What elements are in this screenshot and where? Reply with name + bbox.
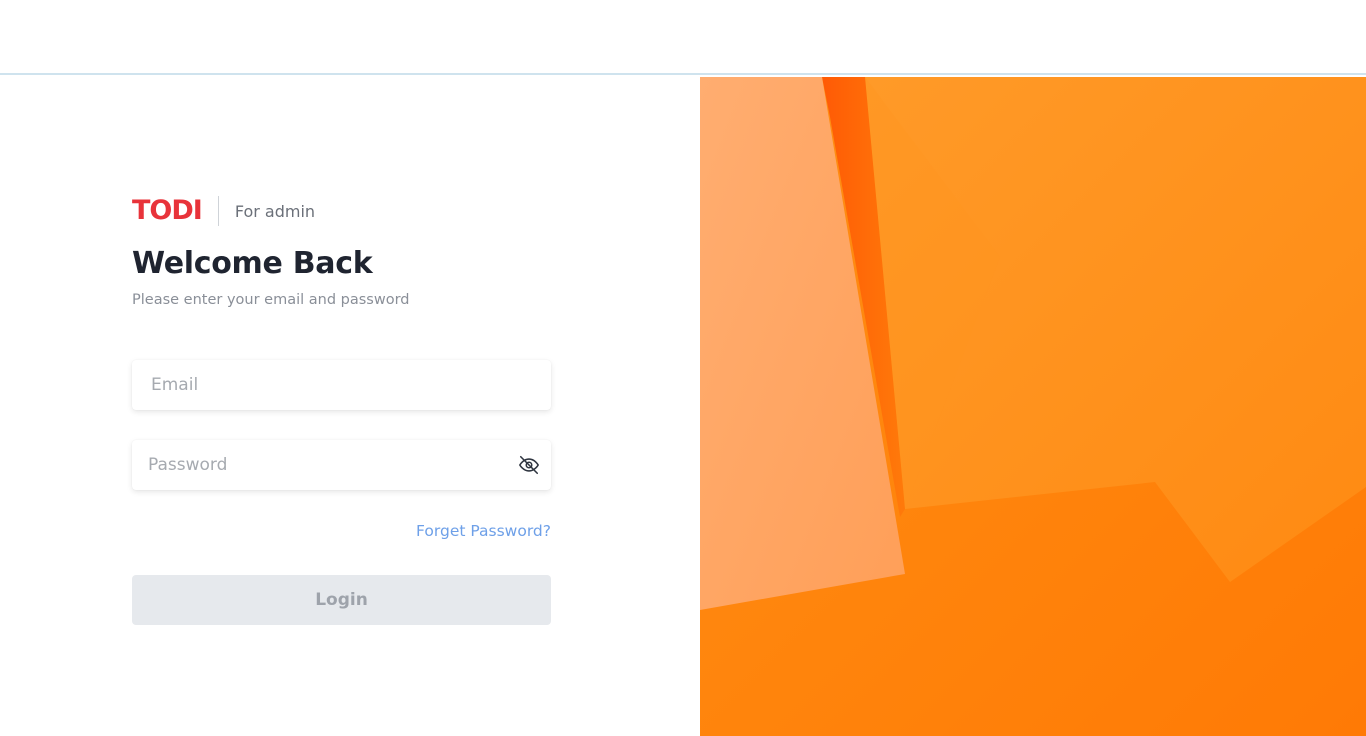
brand-row: TODI For admin <box>132 195 315 227</box>
email-field <box>132 360 551 410</box>
eye-off-icon[interactable] <box>518 454 540 476</box>
email-input[interactable] <box>132 360 551 410</box>
todi-logo: TODI <box>132 195 203 226</box>
password-field <box>132 440 551 490</box>
page-title: Welcome Back <box>132 246 373 281</box>
top-bar <box>0 0 1366 75</box>
brand-divider <box>217 196 219 226</box>
hero-paper-art <box>700 77 1366 736</box>
page-subtitle: Please enter your email and password <box>132 292 410 308</box>
login-button[interactable]: Login <box>132 575 551 625</box>
password-input[interactable] <box>132 440 551 490</box>
hero-image <box>700 77 1366 736</box>
forgot-password-link[interactable]: Forget Password? <box>416 522 551 540</box>
audience-label: For admin <box>234 201 316 221</box>
